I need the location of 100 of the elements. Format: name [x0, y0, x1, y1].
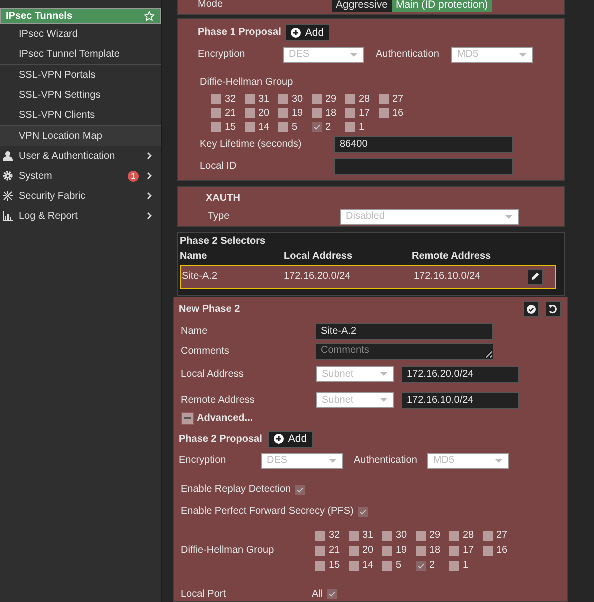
table-cell-text: Site-A.2 — [182, 271, 219, 282]
checkbox[interactable] — [449, 530, 459, 540]
subnet-field[interactable]: 172.16.10.0/24 — [401, 392, 519, 408]
option-label: 19 — [292, 108, 304, 119]
checkbox[interactable] — [378, 94, 388, 104]
star-icon[interactable] — [144, 10, 155, 22]
checkbox[interactable] — [482, 530, 492, 540]
option-label: 14 — [258, 122, 270, 133]
section-title: Phase 2 Proposal — [179, 434, 262, 444]
column-header: Name — [180, 250, 208, 262]
column-header: Local Address — [284, 250, 354, 262]
checkbox[interactable] — [278, 122, 288, 132]
section-title: Phase 1 Proposal — [198, 27, 282, 38]
revert-button[interactable] — [545, 301, 561, 317]
field-label: Mode — [198, 0, 224, 10]
option-label: 15 — [329, 560, 340, 571]
checkbox[interactable] — [312, 122, 322, 132]
field-label: Enable Perfect Forward Secrecy (PFS) — [181, 506, 354, 517]
chevron-icon[interactable] — [147, 192, 153, 200]
checkbox[interactable] — [315, 530, 325, 540]
checkbox[interactable] — [315, 560, 325, 570]
section-title: XAUTH — [206, 192, 240, 204]
sidebar-item[interactable]: SSL-VPN Clients — [0, 105, 161, 125]
chart-icon — [3, 211, 13, 221]
checkbox[interactable] — [312, 108, 322, 118]
checkbox[interactable] — [327, 589, 338, 599]
checkbox[interactable] — [211, 108, 221, 118]
sidebar-item[interactable]: System 1 — [0, 166, 161, 186]
checkbox[interactable] — [244, 94, 254, 104]
comments-field[interactable]: Comments — [315, 342, 494, 360]
add-button[interactable]: Add — [285, 24, 330, 42]
edit-button[interactable] — [527, 268, 543, 285]
sidebar-item[interactable]: Security Fabric — [0, 186, 161, 206]
option-label: 2 — [326, 122, 332, 133]
field-label: Key Lifetime (seconds) — [200, 138, 303, 150]
checkbox[interactable] — [449, 560, 459, 570]
chevron-icon[interactable] — [147, 172, 153, 180]
key-lifetime-field[interactable]: 86400 — [334, 136, 513, 153]
selector-row[interactable]: Site-A.2 172.16.20.0/24 172.16.10.0/24 — [180, 264, 556, 289]
sidebar-item[interactable]: IPsec Tunnel Template — [0, 44, 161, 64]
chevron-icon[interactable] — [147, 212, 153, 220]
sidebar-item[interactable]: IPsec Wizard — [0, 24, 161, 44]
sidebar-item[interactable]: Log & Report — [0, 206, 161, 226]
checkbox[interactable] — [244, 122, 254, 132]
checkbox[interactable] — [278, 108, 288, 118]
option-label: 28 — [463, 530, 474, 541]
option-label: 29 — [430, 530, 441, 541]
checkbox[interactable] — [211, 94, 221, 104]
checkbox[interactable] — [358, 506, 368, 516]
option-label: 31 — [362, 530, 374, 541]
plus-icon — [291, 28, 302, 38]
checkbox[interactable] — [211, 122, 221, 132]
mode-option[interactable]: Aggressive — [332, 0, 392, 12]
name-field[interactable]: Site-A.2 — [315, 322, 493, 340]
checkbox[interactable] — [315, 546, 325, 556]
checkbox[interactable] — [416, 560, 426, 570]
checkbox[interactable] — [345, 94, 355, 104]
chevron-icon[interactable] — [147, 152, 153, 160]
field-label: Encryption — [179, 455, 228, 466]
field-label: Local Address — [181, 368, 245, 380]
option-label: 27 — [392, 94, 404, 105]
sidebar-item[interactable]: SSL-VPN Settings — [0, 85, 161, 105]
checkbox[interactable] — [382, 546, 392, 556]
add-button[interactable]: Add — [268, 430, 314, 448]
local-id-field[interactable] — [334, 158, 513, 175]
confirm-button[interactable] — [523, 301, 539, 317]
checkbox[interactable] — [348, 546, 358, 556]
checkbox[interactable] — [312, 94, 322, 104]
advanced-toggle[interactable]: Advanced... — [179, 410, 567, 426]
checkbox[interactable] — [348, 560, 358, 570]
checkbox[interactable] — [482, 546, 492, 556]
option-label: 30 — [396, 530, 408, 541]
checkbox[interactable] — [416, 530, 426, 540]
option-label: 1 — [359, 122, 365, 133]
checkbox[interactable] — [244, 108, 254, 118]
option-label: 20 — [362, 545, 374, 556]
checkbox[interactable] — [348, 530, 358, 540]
sidebar-item[interactable]: VPN Location Map — [0, 126, 161, 146]
sidebar-item[interactable]: IPsec Tunnels — [0, 8, 161, 24]
subnet-field[interactable]: 172.16.20.0/24 — [401, 366, 519, 382]
checkbox[interactable] — [416, 546, 426, 556]
checkbox[interactable] — [382, 530, 392, 540]
undo-icon — [548, 304, 558, 314]
checkbox[interactable] — [382, 560, 392, 570]
table-cell-text: 172.16.10.0/24 — [413, 271, 482, 282]
checkbox[interactable] — [345, 108, 355, 118]
checkbox[interactable] — [378, 108, 388, 118]
pencil-icon — [530, 272, 540, 282]
checkbox[interactable] — [345, 122, 355, 132]
mode-option[interactable]: Main (ID protection) — [392, 0, 492, 12]
sidebar-item[interactable]: User & Authentication — [0, 146, 161, 166]
section-title: New Phase 2 — [179, 304, 240, 314]
column-header: Remote Address — [412, 250, 492, 262]
option-label: 17 — [463, 545, 474, 556]
fabric-icon — [3, 191, 13, 201]
sidebar-item[interactable]: SSL-VPN Portals — [0, 65, 161, 85]
checkbox[interactable] — [449, 546, 459, 556]
checkbox[interactable] — [295, 484, 306, 494]
option-label: 14 — [362, 560, 374, 571]
checkbox[interactable] — [278, 94, 288, 104]
